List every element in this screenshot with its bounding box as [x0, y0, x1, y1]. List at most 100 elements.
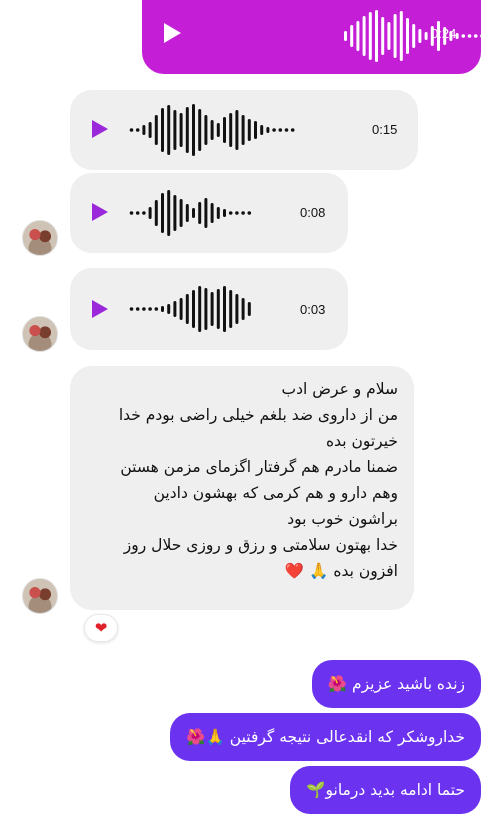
waveform-bar — [223, 117, 226, 143]
message-line: سلام و عرض ادب — [281, 380, 398, 398]
heart-emoji: ❤️ — [284, 562, 305, 580]
received-text-message[interactable]: سلام و عرض ادب من از داروی ضد بلغم خیلی … — [70, 366, 414, 610]
waveform-bar — [148, 307, 152, 311]
waveform-bar — [161, 108, 164, 152]
waveform-bar — [424, 32, 428, 40]
received-voice-message[interactable]: 0:15 — [70, 90, 418, 170]
waveform-bar — [204, 288, 208, 330]
waveform-bar — [185, 294, 189, 324]
waveform-bar — [154, 307, 159, 311]
waveform-bar — [229, 290, 233, 328]
waveform-bar — [344, 31, 347, 41]
waveform-bar — [198, 109, 202, 151]
avatar[interactable] — [22, 578, 58, 614]
waveform-bar — [412, 24, 416, 48]
waveform-bar — [223, 286, 226, 332]
waveform-bar — [375, 10, 378, 62]
message-line-last: افزون بده 🙏 ❤️ — [80, 558, 398, 584]
waveform-bar — [210, 203, 214, 223]
waveform-bar — [179, 298, 183, 320]
waveform-bar — [142, 125, 146, 135]
waveform-bar — [154, 200, 158, 226]
waveform-bar — [399, 11, 403, 61]
heart-reaction[interactable]: ❤ — [84, 614, 118, 642]
play-icon[interactable] — [92, 120, 108, 138]
waveform-bar — [247, 302, 251, 316]
waveform-bar — [406, 18, 409, 54]
message-line: افزون بده 🙏 — [309, 562, 398, 580]
waveform-bar — [290, 128, 295, 132]
waveform-bar — [192, 208, 195, 218]
waveform-bar — [247, 119, 251, 141]
waveform-bar — [260, 125, 264, 135]
waveform-bar — [129, 307, 134, 311]
waveform-bar — [129, 211, 134, 215]
waveform-bar — [241, 115, 245, 145]
waveform — [129, 190, 252, 236]
waveform-bar — [148, 207, 152, 219]
waveform-bar — [235, 110, 239, 150]
waveform-bar — [129, 128, 134, 132]
waveform-bar — [161, 193, 164, 233]
waveform-bar — [179, 199, 183, 227]
waveform-bar — [223, 209, 226, 217]
voice-duration: 0:15 — [372, 122, 398, 137]
waveform-bar — [216, 123, 220, 137]
message-line: خیرتون بده — [325, 432, 398, 450]
waveform-bar — [229, 113, 233, 147]
waveform-bar — [135, 128, 140, 132]
waveform-bar — [393, 14, 397, 58]
waveform — [129, 286, 251, 332]
waveform-bar — [350, 25, 354, 47]
message-line: ضمنا مادرم هم گرفتار اگزمای مزمن هستن — [120, 458, 398, 476]
sent-text-message[interactable]: حتما ادامه بدید درمانو🌱 — [290, 766, 481, 814]
waveform-bar — [148, 122, 152, 138]
waveform-bar — [173, 110, 177, 150]
waveform-bar — [161, 306, 164, 312]
waveform-bar — [179, 113, 183, 147]
waveform-bar — [362, 16, 366, 56]
waveform-bar — [167, 105, 171, 155]
avatar[interactable] — [22, 316, 58, 352]
voice-duration: 0:03 — [300, 302, 326, 317]
waveform-bar — [480, 34, 484, 38]
sent-text-message[interactable]: خداروشکر که انقدعالی نتیجه گرفتین 🙏🌺 — [170, 713, 481, 761]
waveform-bar — [185, 204, 189, 222]
message-line: خدا بهتون سلامتی و رزق و روزی حلال روز — [123, 536, 398, 554]
waveform-bar — [461, 34, 466, 38]
message-line: من از داروی ضد بلغم خیلی راضی بودم خدا — [118, 406, 398, 424]
waveform — [129, 104, 295, 156]
waveform-bar — [418, 29, 422, 43]
waveform-bar — [467, 34, 472, 38]
sent-voice-message[interactable]: 0:24 — [142, 0, 484, 74]
play-icon[interactable] — [92, 203, 108, 221]
waveform-bar — [142, 307, 146, 311]
waveform-bar — [235, 211, 239, 215]
waveform-bar — [167, 304, 171, 314]
waveform-bar — [154, 115, 158, 145]
voice-duration: 0:08 — [300, 205, 326, 220]
waveform-bar — [228, 211, 233, 215]
waveform-bar — [254, 121, 257, 139]
play-icon[interactable] — [164, 23, 181, 43]
avatar[interactable] — [22, 220, 58, 256]
waveform-bar — [278, 128, 283, 132]
message-line: براشون خوب بود — [287, 510, 398, 528]
waveform-bar — [247, 211, 252, 215]
waveform-bar — [387, 22, 391, 50]
waveform-bar — [210, 120, 214, 140]
waveform-bar — [356, 21, 360, 51]
waveform-bar — [241, 211, 245, 215]
waveform-bar — [167, 190, 171, 236]
waveform-bar — [216, 289, 220, 329]
waveform-bar — [368, 12, 372, 60]
waveform-bar — [241, 298, 245, 320]
sent-text-message[interactable]: زنده باشید عزیزم 🌺 — [311, 660, 481, 708]
waveform-bar — [142, 211, 146, 215]
waveform-bar — [135, 307, 140, 311]
waveform-bar — [173, 301, 177, 317]
waveform-bar — [272, 128, 276, 132]
received-voice-message[interactable]: 0:08 — [70, 173, 348, 253]
received-voice-message[interactable]: 0:03 — [70, 268, 348, 350]
play-icon[interactable] — [92, 300, 108, 318]
